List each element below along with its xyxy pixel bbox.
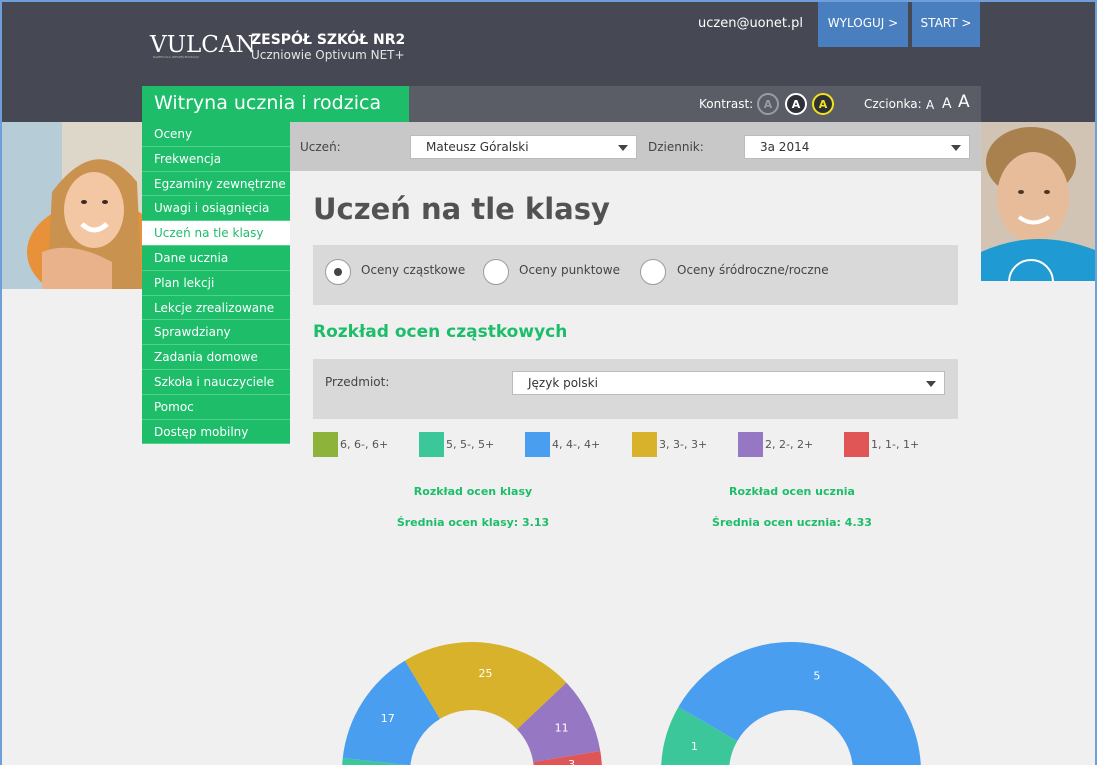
class-chart-slice-label-4: 11 [555, 722, 569, 735]
app-window: VULCAN RAZEM DLA LEPSZEJ EDUKACJI ZESPÓŁ… [0, 0, 1097, 765]
class-chart-slice-label-3: 25 [479, 667, 493, 680]
student-chart-slice-label-1: 1 [691, 740, 698, 753]
class-chart-slice-label-2: 17 [381, 712, 395, 725]
grade-distribution-charts: 17 25 11 3 1 5 [342, 642, 921, 765]
class-chart-slice-label-5: 3 [568, 758, 575, 765]
student-chart-slice-label-2: 5 [813, 669, 820, 682]
